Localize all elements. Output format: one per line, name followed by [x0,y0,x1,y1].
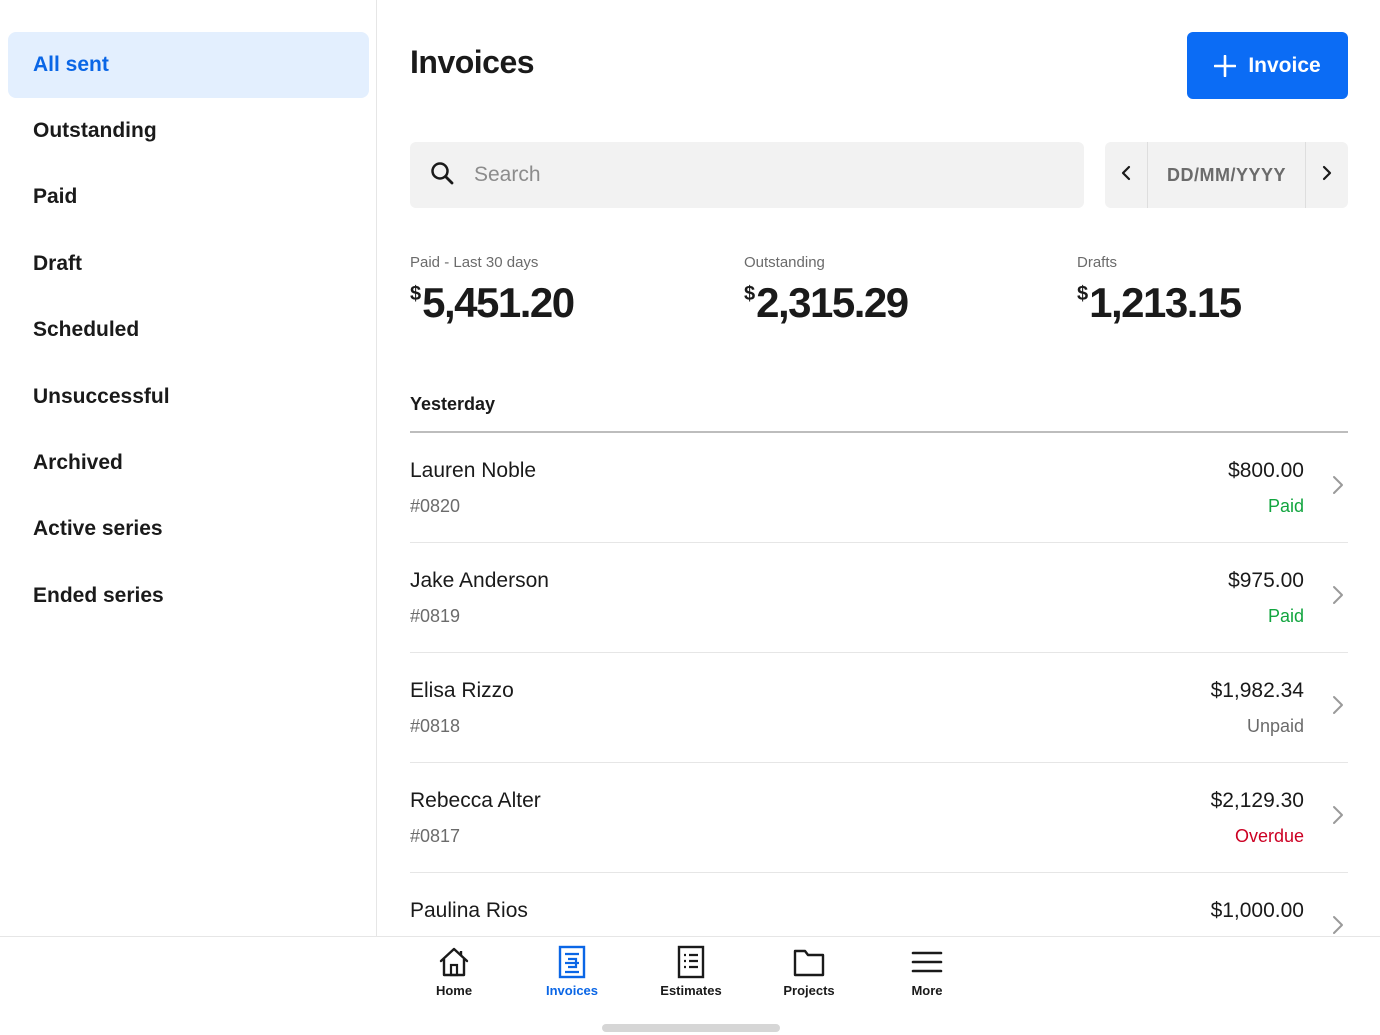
tab-home[interactable]: Home [399,945,509,998]
tab-projects[interactable]: Projects [754,945,864,998]
stat-drafts: Drafts $ 1,213.15 [1077,254,1242,327]
chevron-right-icon [1332,695,1344,720]
sidebar-item-label: Scheduled [33,318,140,341]
invoice-status: Unpaid [1246,716,1304,736]
stat-label: Paid - Last 30 days [410,254,539,271]
chevron-right-icon [1332,805,1344,830]
stat-label: Drafts [1077,254,1118,271]
sidebar-item-active-series[interactable]: Active series [8,496,369,562]
client-name: Lauren Noble [410,459,537,482]
add-invoice-button[interactable]: Invoice [1187,32,1348,99]
tab-more[interactable]: More [872,945,982,998]
plus-icon [1214,54,1237,77]
search-input[interactable] [474,163,1034,187]
search-bar [410,142,1084,208]
client-name: Paulina Rios [410,899,528,922]
stat-paid-last-30-days: Paid - Last 30 days $ 5,451.20 [410,254,575,327]
tab-label: Home [435,983,473,998]
sidebar-item-label: Draft [33,252,83,275]
invoice-status: Overdue [1234,826,1304,846]
stat-value: $ 5,451.20 [410,279,575,327]
tab-label: More [911,983,943,998]
stat-value: $ 2,315.29 [744,279,909,327]
invoice-row[interactable]: Jake Anderson #0819 $975.00 Paid [410,543,1348,653]
tab-label: Invoices [545,983,599,998]
sidebar-item-outstanding[interactable]: Outstanding [8,98,369,164]
tab-invoices[interactable]: Invoices [517,945,627,998]
tab-label: Projects [783,983,835,998]
sidebar: All sent Outstanding Paid Draft Schedule… [0,0,377,936]
invoice-number: #0817 [410,826,461,846]
sidebar-item-unsuccessful[interactable]: Unsuccessful [8,364,369,430]
chevron-right-icon [1332,475,1344,500]
stat-value: $ 1,213.15 [1077,279,1242,327]
folder-icon [792,945,826,979]
stat-amount: 2,315.29 [756,279,909,326]
invoice-icon [555,945,589,979]
stat-currency: $ [1077,283,1089,305]
invoice-amount: $2,129.30 [1210,789,1304,812]
invoice-amount: $975.00 [1228,569,1304,592]
sidebar-item-label: Unsuccessful [33,385,170,408]
invoice-row[interactable]: Lauren Noble #0820 $800.00 Paid [410,433,1348,543]
stat-amount: 5,451.20 [422,279,575,326]
client-name: Elisa Rizzo [410,679,514,702]
sidebar-item-scheduled[interactable]: Scheduled [8,297,369,363]
stat-amount: 1,213.15 [1089,279,1242,326]
date-prev-button[interactable] [1105,142,1147,208]
chevron-left-icon [1121,165,1131,186]
invoice-amount: $1,000.00 [1210,899,1304,922]
stat-label: Outstanding [744,254,825,271]
sidebar-item-label: Ended series [33,584,164,607]
sidebar-item-archived[interactable]: Archived [8,430,369,496]
tab-label: Estimates [660,983,722,998]
home-icon [437,945,471,979]
sidebar-item-label: Paid [33,185,78,208]
invoice-amount: $800.00 [1228,459,1304,482]
sidebar-item-label: Archived [33,451,123,474]
search-icon [430,161,454,190]
stat-currency: $ [744,283,756,305]
add-invoice-label: Invoice [1248,53,1321,77]
invoice-list: Lauren Noble #0820 $800.00 Paid Jake And… [410,433,1348,983]
home-indicator [602,1024,780,1032]
tab-estimates[interactable]: Estimates [636,945,746,998]
date-next-button[interactable] [1306,142,1348,208]
menu-icon [910,945,944,979]
sidebar-item-label: All sent [33,53,109,76]
sidebar-item-ended-series[interactable]: Ended series [8,563,369,629]
sidebar-item-label: Active series [33,517,163,540]
sidebar-item-draft[interactable]: Draft [8,231,369,297]
invoice-row[interactable]: Elisa Rizzo #0818 $1,982.34 Unpaid [410,653,1348,763]
section-title: Yesterday [410,394,496,414]
client-name: Rebecca Alter [410,789,541,812]
page-title: Invoices [410,44,535,80]
invoice-number: #0818 [410,716,461,736]
invoice-number: #0819 [410,606,461,626]
date-filter: DD/MM/YYYY [1105,142,1348,208]
invoice-number: #0820 [410,496,461,516]
stat-currency: $ [410,283,422,305]
invoice-amount: $1,982.34 [1210,679,1304,702]
date-input[interactable]: DD/MM/YYYY [1147,142,1306,208]
invoice-status: Paid [1267,606,1304,626]
bottom-nav: Home Invoices Estimates Projects More [0,936,1380,1035]
stat-outstanding: Outstanding $ 2,315.29 [744,254,909,327]
sidebar-item-label: Outstanding [33,119,157,142]
sidebar-item-paid[interactable]: Paid [8,164,369,230]
chevron-right-icon [1332,585,1344,610]
chevron-right-icon [1322,165,1332,186]
client-name: Jake Anderson [410,569,549,592]
sidebar-item-all-sent[interactable]: All sent [8,32,369,98]
invoice-row[interactable]: Rebecca Alter #0817 $2,129.30 Overdue [410,763,1348,873]
invoice-status: Paid [1267,496,1304,516]
estimates-icon [674,945,708,979]
